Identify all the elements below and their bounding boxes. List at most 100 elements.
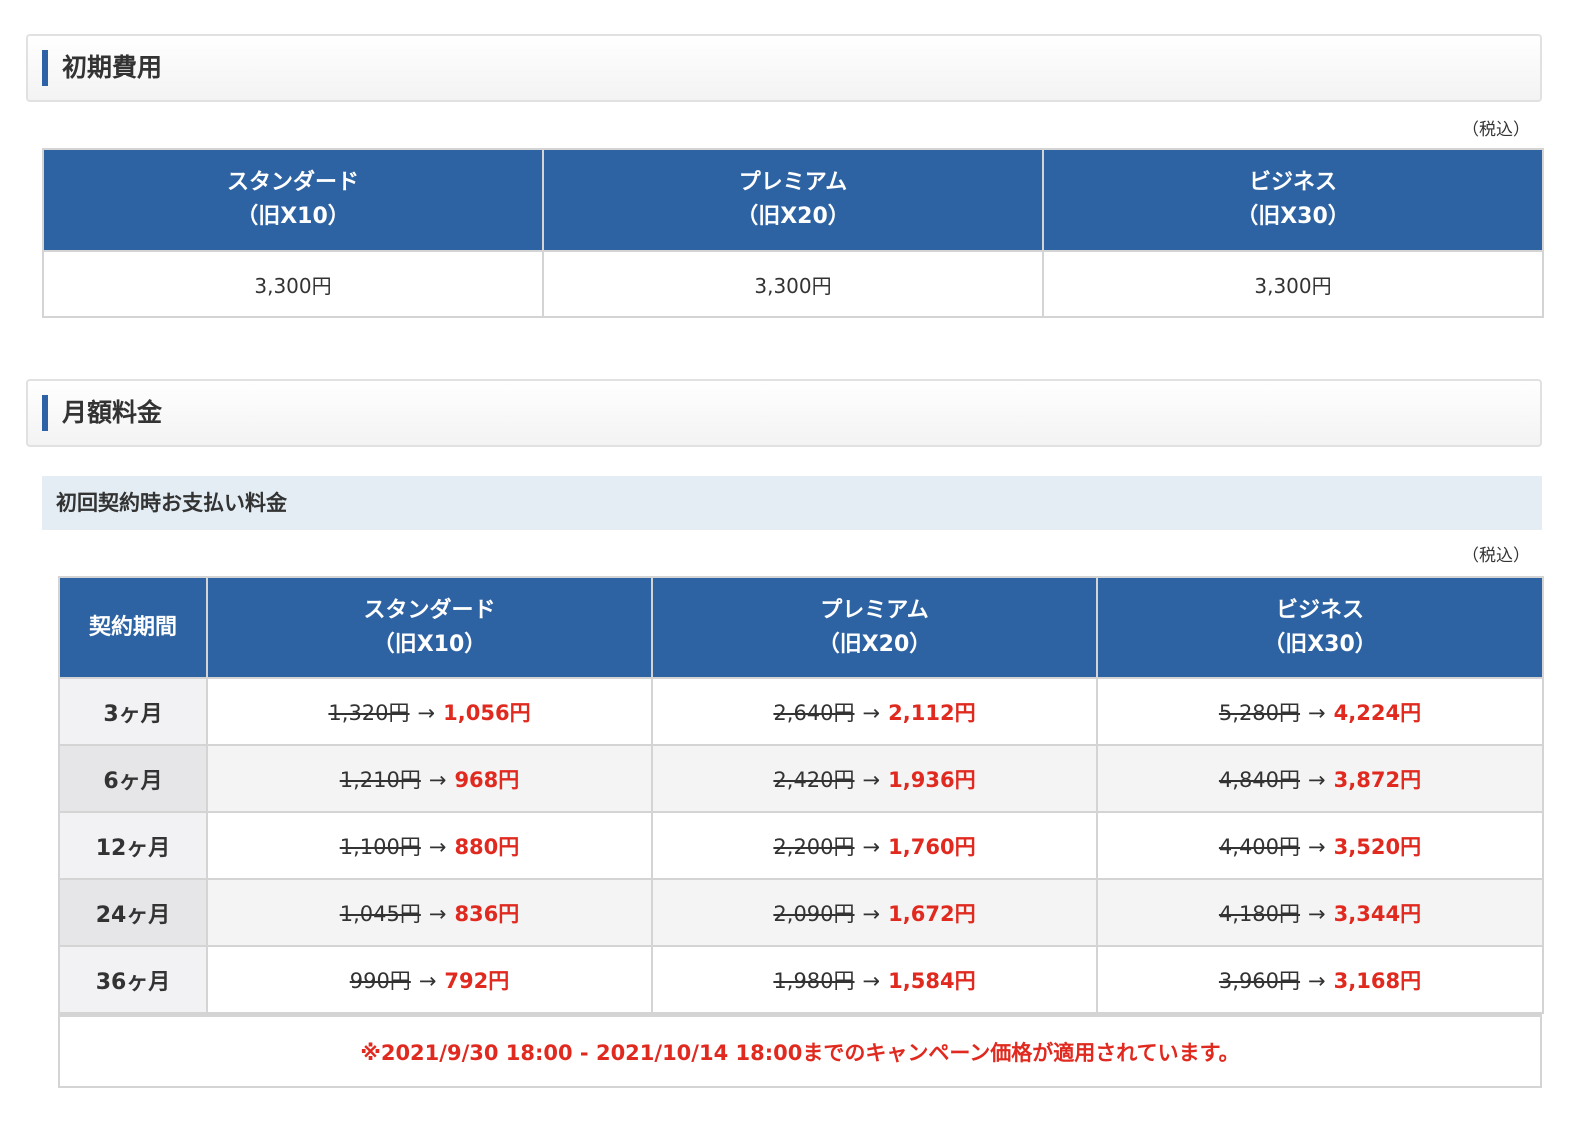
campaign-price: 1,056円: [443, 700, 531, 725]
campaign-price: 3,520円: [1333, 834, 1422, 859]
monthly-fee-heading: 月額料金: [62, 398, 163, 427]
plan-old-name: （旧X10）: [372, 631, 487, 657]
initial-fee-price-premium: 3,300円: [542, 250, 1044, 318]
campaign-price: 792円: [444, 968, 510, 993]
contract-period-cell: 12ヶ月: [58, 811, 208, 880]
campaign-price: 2,112円: [888, 700, 976, 725]
regular-price: 1,320円: [328, 700, 410, 725]
contract-period-cell: 36ヶ月: [58, 945, 208, 1014]
campaign-price: 4,224円: [1333, 700, 1422, 725]
price-cell-premium: 2,640円 → 2,112円: [651, 677, 1098, 746]
campaign-price: 1,760円: [888, 834, 976, 859]
plan-name: プレミアム: [738, 170, 848, 195]
right-arrow-icon: →: [428, 901, 447, 926]
table-row: 6ヶ月 1,210円 → 968円 2,420円 → 1,936円 4,840円 → 3,872円: [58, 744, 1544, 813]
plan-old-name: （旧X30）: [1236, 204, 1350, 229]
monthly-fee-header-row: 契約期間 スタンダード （旧X10） プレミアム （旧X20） ビジネス （旧X…: [58, 576, 1544, 679]
right-arrow-icon: →: [862, 834, 881, 859]
table-row: 24ヶ月 1,045円 → 836円 2,090円 → 1,672円 4,180円 → 3,344…: [58, 878, 1544, 947]
initial-fee-heading: 初期費用: [62, 53, 163, 82]
price-cell-business: 4,400円 → 3,520円: [1096, 811, 1544, 880]
price-cell-business: 5,280円 → 4,224円: [1096, 677, 1544, 746]
plan-header-premium: プレミアム （旧X20）: [542, 148, 1044, 252]
monthly-fee-tax-note: （税込）: [1462, 546, 1530, 566]
plan-header-standard: スタンダード （旧X10）: [42, 148, 544, 252]
regular-price: 5,280円: [1218, 700, 1301, 725]
right-arrow-icon: →: [428, 767, 447, 792]
price-cell-premium: 2,090円 → 1,672円: [651, 878, 1098, 947]
price-cell-standard: 1,045円 → 836円: [206, 878, 653, 947]
regular-price: 1,210円: [339, 767, 421, 792]
contract-period-cell: 3ヶ月: [58, 677, 208, 746]
price-cell-premium: 1,980円 → 1,584円: [651, 945, 1098, 1014]
right-arrow-icon: →: [1308, 968, 1326, 993]
plan-name: スタンダード: [226, 170, 359, 195]
regular-price: 1,100円: [339, 834, 421, 859]
plan-header-standard: スタンダード （旧X10）: [206, 576, 653, 679]
regular-price: 4,180円: [1218, 901, 1301, 926]
right-arrow-icon: →: [417, 700, 436, 725]
table-row: 12ヶ月 1,100円 → 880円 2,200円 → 1,760円 4,400円 → 3,520…: [58, 811, 1544, 880]
initial-fee-tax-note: （税込）: [1462, 120, 1530, 140]
campaign-price: 1,584円: [888, 968, 976, 993]
plan-header-business: ビジネス （旧X30）: [1042, 148, 1544, 252]
right-arrow-icon: →: [862, 700, 881, 725]
price-cell-standard: 1,100円 → 880円: [206, 811, 653, 880]
right-arrow-icon: →: [418, 968, 437, 993]
campaign-price: 3,168円: [1333, 968, 1422, 993]
contract-period-cell: 6ヶ月: [58, 744, 208, 813]
plan-header-business: ビジネス （旧X30）: [1096, 576, 1544, 679]
regular-price: 990円: [349, 968, 411, 993]
initial-fee-header-row: スタンダード （旧X10） プレミアム （旧X20） ビジネス （旧X30）: [42, 148, 1544, 252]
plan-name: ビジネス: [1248, 170, 1337, 195]
price-cell-standard: 990円 → 792円: [206, 945, 653, 1014]
right-arrow-icon: →: [1308, 700, 1326, 725]
right-arrow-icon: →: [1308, 834, 1326, 859]
price-cell-standard: 1,320円 → 1,056円: [206, 677, 653, 746]
regular-price: 4,840円: [1218, 767, 1301, 792]
regular-price: 1,045円: [339, 901, 421, 926]
regular-price: 2,200円: [773, 834, 855, 859]
first-contract-subheading: 初回契約時お支払い料金: [42, 476, 1542, 530]
right-arrow-icon: →: [1308, 767, 1326, 792]
contract-period-cell: 24ヶ月: [58, 878, 208, 947]
initial-fee-price-standard: 3,300円: [42, 250, 544, 318]
campaign-note: ※2021/9/30 18:00 - 2021/10/14 18:00までのキャ…: [58, 1014, 1542, 1088]
campaign-price: 1,936円: [888, 767, 976, 792]
regular-price: 1,980円: [773, 968, 855, 993]
campaign-price: 3,344円: [1333, 901, 1422, 926]
plan-header-premium: プレミアム （旧X20）: [651, 576, 1098, 679]
heading-accent-bar: [42, 50, 48, 86]
campaign-price: 836円: [454, 901, 520, 926]
campaign-price: 3,872円: [1333, 767, 1422, 792]
price-cell-premium: 2,420円 → 1,936円: [651, 744, 1098, 813]
plan-name: ビジネス: [1275, 597, 1364, 623]
regular-price: 4,400円: [1218, 834, 1301, 859]
plan-old-name: （旧X20）: [736, 204, 850, 229]
right-arrow-icon: →: [1308, 901, 1326, 926]
right-arrow-icon: →: [862, 901, 881, 926]
price-cell-business: 4,840円 → 3,872円: [1096, 744, 1544, 813]
plan-old-name: （旧X20）: [817, 631, 932, 657]
regular-price: 2,640円: [773, 700, 855, 725]
campaign-price: 968円: [454, 767, 520, 792]
price-cell-premium: 2,200円 → 1,760円: [651, 811, 1098, 880]
regular-price: 3,960円: [1218, 968, 1301, 993]
plan-name: プレミアム: [820, 597, 929, 623]
price-cell-business: 4,180円 → 3,344円: [1096, 878, 1544, 947]
initial-fee-price-business: 3,300円: [1042, 250, 1544, 318]
initial-fee-price-row: 3,300円 3,300円 3,300円: [42, 250, 1544, 318]
plan-name: スタンダード: [363, 597, 496, 623]
plan-old-name: （旧X30）: [1263, 631, 1377, 657]
table-row: 36ヶ月 990円 → 792円 1,980円 → 1,584円 3,960円 → 3,168円: [58, 945, 1544, 1014]
regular-price: 2,420円: [773, 767, 855, 792]
right-arrow-icon: →: [862, 968, 881, 993]
right-arrow-icon: →: [428, 834, 447, 859]
monthly-fee-heading-box: 月額料金: [26, 379, 1542, 447]
monthly-fee-table: 契約期間 スタンダード （旧X10） プレミアム （旧X20） ビジネス （旧X…: [58, 576, 1544, 1014]
heading-accent-bar: [42, 395, 48, 431]
price-cell-standard: 1,210円 → 968円: [206, 744, 653, 813]
regular-price: 2,090円: [773, 901, 855, 926]
right-arrow-icon: →: [862, 767, 881, 792]
initial-fee-heading-box: 初期費用: [26, 34, 1542, 102]
